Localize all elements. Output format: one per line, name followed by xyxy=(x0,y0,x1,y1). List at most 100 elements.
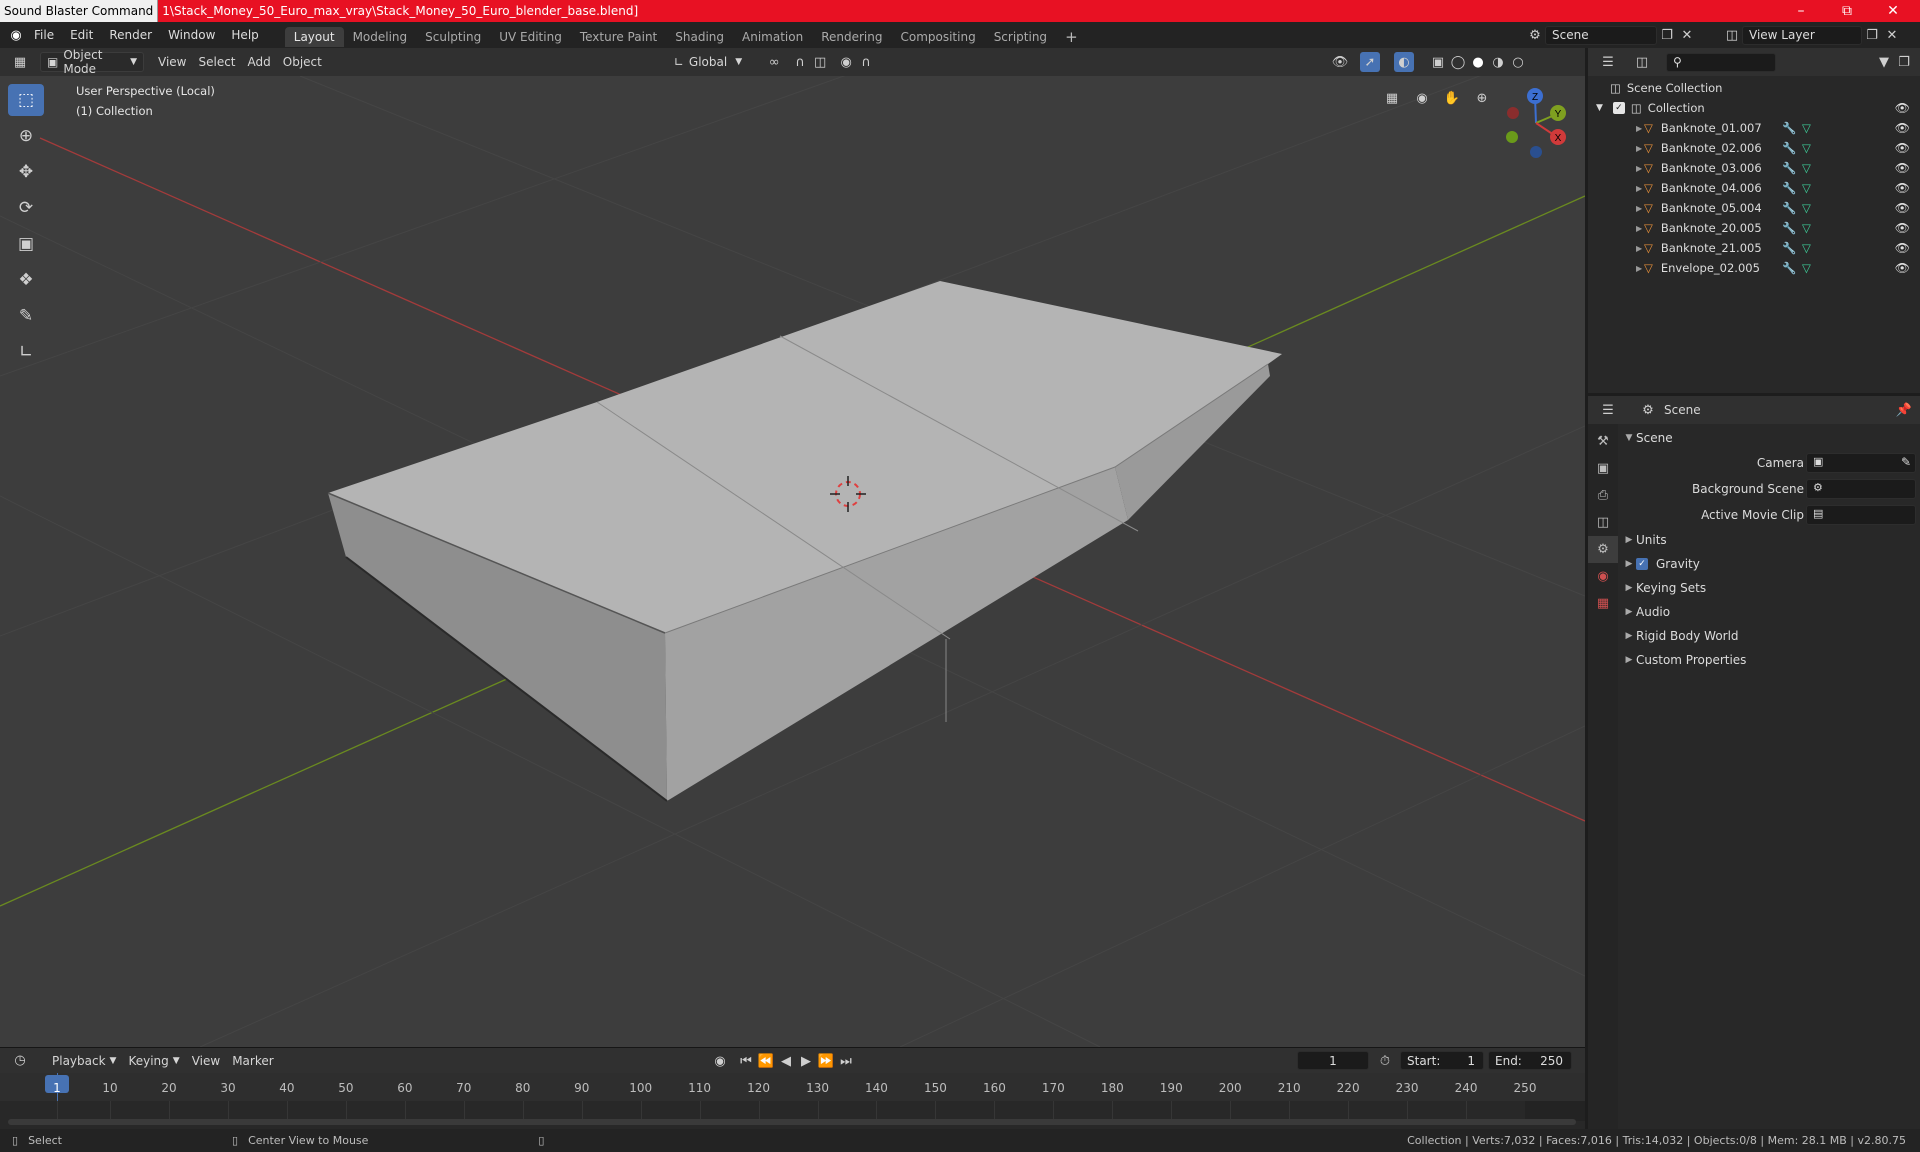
timeline-editor-icon[interactable]: ◷ xyxy=(10,1051,30,1071)
output-tab-icon[interactable]: ⎙ xyxy=(1588,482,1618,509)
xray-icon[interactable]: ▣ xyxy=(1428,52,1448,72)
orientation-dropdown[interactable]: ∟ Global ▼ xyxy=(668,52,748,72)
tab-uv-editing[interactable]: UV Editing xyxy=(490,27,571,47)
jump-end-icon[interactable]: ⏭ xyxy=(836,1051,856,1071)
hand-icon[interactable]: ✋ xyxy=(1442,88,1462,108)
mesh-data-icon[interactable]: ▽ xyxy=(1802,241,1811,255)
expand-arrow-icon[interactable]: ▶ xyxy=(1636,144,1642,153)
timeline-keying-menu[interactable]: Keying ▼ xyxy=(122,1051,185,1071)
start-frame-field[interactable]: Start: 1 xyxy=(1400,1051,1484,1070)
modifier-icon[interactable]: 🔧 xyxy=(1782,161,1796,175)
camera-icon[interactable]: ◉ xyxy=(1412,88,1432,108)
outliner-object-row[interactable]: ▶ ▽ Banknote_05.004 🔧 ▽ 👁 xyxy=(1588,198,1920,218)
background-scene-field[interactable]: ⚙ xyxy=(1806,479,1916,499)
tab-shading[interactable]: Shading xyxy=(666,27,733,47)
rendered-shading-icon[interactable]: ○ xyxy=(1508,52,1528,72)
panel-units[interactable]: ▶ Units xyxy=(1622,528,1918,552)
snap-icon[interactable]: ∩ xyxy=(790,52,810,72)
expand-arrow-icon[interactable]: ▶ xyxy=(1636,224,1642,233)
new-view-layer-icon[interactable]: ❐ xyxy=(1862,25,1882,45)
end-frame-field[interactable]: End: 250 xyxy=(1488,1051,1572,1070)
view-layer-icon[interactable]: ◫ xyxy=(1722,25,1742,45)
modifier-icon[interactable]: 🔧 xyxy=(1782,241,1796,255)
3d-viewport[interactable]: Z Y X User Perspective (Local) (1) Colle… xyxy=(0,76,1585,1047)
delete-scene-icon[interactable]: ✕ xyxy=(1677,25,1697,45)
expand-arrow-icon[interactable]: ▶ xyxy=(1636,204,1642,213)
movie-clip-field[interactable]: ▤ xyxy=(1806,505,1916,525)
eyedropper-icon[interactable]: ✎ xyxy=(1901,455,1911,469)
overlay-toggle-icon[interactable]: ◐ xyxy=(1394,52,1414,72)
move-tool-icon[interactable]: ✥ xyxy=(8,156,44,188)
menu-object[interactable]: Object xyxy=(277,52,328,72)
timeline-scrollbar[interactable] xyxy=(8,1119,1576,1125)
scale-tool-icon[interactable]: ▣ xyxy=(8,228,44,260)
tab-rendering[interactable]: Rendering xyxy=(812,27,891,47)
outliner-object-row[interactable]: ▶ ▽ Banknote_03.006 🔧 ▽ 👁 xyxy=(1588,158,1920,178)
eye-icon[interactable]: 👁 xyxy=(1895,241,1910,255)
view-layer-tab-icon[interactable]: ◫ xyxy=(1588,509,1618,536)
texture-tab-icon[interactable]: ▦ xyxy=(1588,590,1618,617)
modifier-icon[interactable]: 🔧 xyxy=(1782,201,1796,215)
expand-arrow-icon[interactable]: ▶ xyxy=(1636,124,1642,133)
filter-icon[interactable]: ▼ xyxy=(1874,52,1894,72)
expand-arrow-icon[interactable]: ▶ xyxy=(1636,184,1642,193)
jump-start-icon[interactable]: ⏮ xyxy=(736,1051,756,1071)
banknote-stack-mesh[interactable] xyxy=(327,281,1282,802)
annotate-tool-icon[interactable]: ✎ xyxy=(8,300,44,332)
editor-type-icon[interactable]: ▦ xyxy=(10,52,30,72)
eye-icon[interactable]: 👁 xyxy=(1895,161,1910,175)
eye-icon[interactable]: 👁 xyxy=(1895,221,1910,235)
menu-add[interactable]: Add xyxy=(242,52,277,72)
panel-gravity[interactable]: ▶ ✓ Gravity xyxy=(1622,552,1918,576)
panel-keying-sets[interactable]: ▶ Keying Sets xyxy=(1622,576,1918,600)
falloff-icon[interactable]: ∩ xyxy=(856,52,876,72)
measure-tool-icon[interactable]: ∟ xyxy=(8,336,44,368)
tab-compositing[interactable]: Compositing xyxy=(891,27,984,47)
eye-icon[interactable]: 👁 xyxy=(1895,121,1910,135)
modifier-icon[interactable]: 🔧 xyxy=(1782,121,1796,135)
timeline-body[interactable]: 1 10 20 30 40 50 60 70 80 90 100 110 120 130 140 150 160… xyxy=(0,1073,1585,1129)
modifier-icon[interactable]: 🔧 xyxy=(1782,181,1796,195)
scene-tab-icon[interactable]: ⚙ xyxy=(1588,536,1618,563)
eye-icon[interactable]: 👁 xyxy=(1895,101,1910,115)
display-mode-icon[interactable]: ◫ xyxy=(1632,52,1652,72)
outliner-object-row[interactable]: ▶ ▽ Envelope_02.005 🔧 ▽ 👁 xyxy=(1588,258,1920,278)
select-box-tool-icon[interactable]: ⬚ xyxy=(8,84,44,116)
panel-rigid-body-world[interactable]: ▶ Rigid Body World xyxy=(1622,624,1918,648)
mesh-data-icon[interactable]: ▽ xyxy=(1802,121,1811,135)
expand-arrow-icon[interactable]: ▶ xyxy=(1636,244,1642,253)
panel-custom-properties[interactable]: ▶ Custom Properties xyxy=(1622,648,1918,672)
expand-arrow-icon[interactable]: ▼ xyxy=(1596,103,1603,113)
tab-sculpting[interactable]: Sculpting xyxy=(416,27,490,47)
expand-arrow-icon[interactable]: ▶ xyxy=(1636,264,1642,273)
add-workspace-icon[interactable]: + xyxy=(1056,27,1087,47)
close-icon[interactable]: ✕ xyxy=(1870,0,1916,22)
mesh-data-icon[interactable]: ▽ xyxy=(1802,181,1811,195)
properties-editor-icon[interactable]: ☰ xyxy=(1598,400,1618,420)
eye-icon[interactable]: 👁 xyxy=(1895,181,1910,195)
gizmo-toggle-icon[interactable]: ➚ xyxy=(1360,52,1380,72)
pin-icon[interactable]: 📌 xyxy=(1894,400,1914,420)
view-layer-field[interactable]: View Layer xyxy=(1742,25,1862,45)
menu-file[interactable]: File xyxy=(26,22,62,48)
visibility-icon[interactable]: 👁 xyxy=(1330,52,1350,72)
modifier-icon[interactable]: 🔧 xyxy=(1782,261,1796,275)
menu-render[interactable]: Render xyxy=(101,22,160,48)
outliner-object-row[interactable]: ▶ ▽ Banknote_04.006 🔧 ▽ 👁 xyxy=(1588,178,1920,198)
outliner-object-row[interactable]: ▶ ▽ Banknote_02.006 🔧 ▽ 👁 xyxy=(1588,138,1920,158)
play-icon[interactable]: ▶ xyxy=(796,1051,816,1071)
mode-dropdown[interactable]: ▣ Object Mode ▼ xyxy=(40,48,144,76)
cursor-tool-icon[interactable]: ⊕ xyxy=(8,120,44,152)
panel-audio[interactable]: ▶ Audio xyxy=(1622,600,1918,624)
camera-field[interactable]: ▣ ✎ xyxy=(1806,453,1916,473)
stopwatch-icon[interactable]: ⏱ xyxy=(1375,1051,1395,1071)
tree-collection[interactable]: ▼ ✓ ◫ Collection 👁 xyxy=(1588,98,1920,118)
scene-field[interactable]: Scene xyxy=(1545,25,1657,45)
menu-window[interactable]: Window xyxy=(160,22,223,48)
scene-icon[interactable]: ⚙ xyxy=(1525,25,1545,45)
expand-arrow-icon[interactable]: ▶ xyxy=(1636,164,1642,173)
tab-layout[interactable]: Layout xyxy=(284,27,344,47)
checkbox-icon[interactable]: ✓ xyxy=(1612,102,1625,114)
modifier-icon[interactable]: 🔧 xyxy=(1782,141,1796,155)
tab-texture-paint[interactable]: Texture Paint xyxy=(571,27,666,47)
